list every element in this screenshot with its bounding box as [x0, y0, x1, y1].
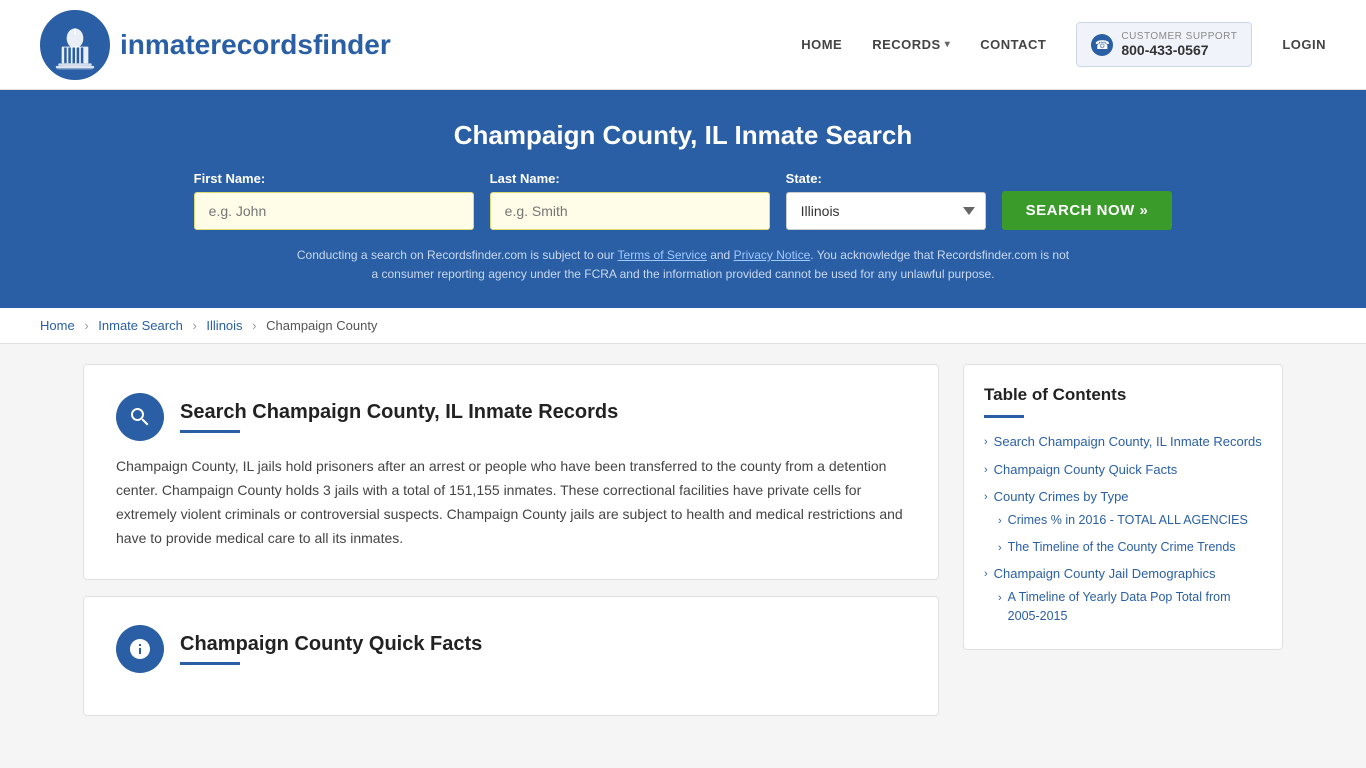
- support-text: CUSTOMER SUPPORT 800-433-0567: [1121, 31, 1237, 58]
- breadcrumb-illinois[interactable]: Illinois: [206, 318, 242, 333]
- toc-link-0[interactable]: › Search Champaign County, IL Inmate Rec…: [984, 432, 1262, 452]
- toc-link-5[interactable]: › Champaign County Jail Demographics: [984, 564, 1262, 584]
- toc-sublist: › Crimes % in 2016 - TOTAL ALL AGENCIES …: [998, 511, 1262, 557]
- state-label: State:: [786, 171, 822, 186]
- last-name-group: Last Name:: [490, 171, 770, 230]
- toc-link-2[interactable]: › County Crimes by Type: [984, 487, 1262, 507]
- last-name-label: Last Name:: [490, 171, 560, 186]
- toc-item-0: › Search Champaign County, IL Inmate Rec…: [984, 432, 1262, 452]
- toc-chevron-5: ›: [984, 566, 988, 583]
- toc-sub-link-4[interactable]: › The Timeline of the County Crime Trend…: [998, 538, 1262, 557]
- quick-facts-section: Champaign County Quick Facts: [83, 596, 939, 716]
- site-header: inmaterecordsfinder HOME RECORDS ▾ CONTA…: [0, 0, 1366, 90]
- privacy-link[interactable]: Privacy Notice: [734, 248, 811, 262]
- first-name-input[interactable]: [194, 192, 474, 230]
- toc-sub-item-6: › A Timeline of Yearly Data Pop Total fr…: [998, 588, 1262, 626]
- section-title-underline: [180, 430, 240, 433]
- first-name-group: First Name:: [194, 171, 474, 230]
- nav-contact[interactable]: CONTACT: [980, 37, 1046, 52]
- breadcrumb-sep-3: ›: [252, 318, 256, 333]
- nav-login[interactable]: LOGIN: [1282, 37, 1326, 52]
- toc-item-5: › Champaign County Jail Demographics › A…: [984, 564, 1262, 625]
- toc-box: Table of Contents › Search Champaign Cou…: [963, 364, 1283, 650]
- nav-home[interactable]: HOME: [801, 37, 842, 52]
- content-area: Search Champaign County, IL Inmate Recor…: [83, 364, 939, 731]
- breadcrumb-inmate-search[interactable]: Inmate Search: [98, 318, 183, 333]
- phone-icon: ☎: [1091, 34, 1113, 56]
- hero-section: Champaign County, IL Inmate Search First…: [0, 90, 1366, 308]
- first-name-label: First Name:: [194, 171, 266, 186]
- section-body-search: Champaign County, IL jails hold prisoner…: [116, 455, 906, 550]
- logo-text: inmaterecordsfinder: [120, 29, 391, 61]
- section-title-search: Search Champaign County, IL Inmate Recor…: [180, 401, 618, 424]
- sidebar: Table of Contents › Search Champaign Cou…: [963, 364, 1283, 650]
- toc-chevron-2: ›: [984, 489, 988, 506]
- toc-sub-chevron-3: ›: [998, 513, 1002, 530]
- search-form: First Name: Last Name: State: Illinois S…: [40, 171, 1326, 230]
- logo-icon: [40, 10, 110, 80]
- toc-sub-item-4: › The Timeline of the County Crime Trend…: [998, 538, 1262, 557]
- state-select[interactable]: Illinois: [786, 192, 986, 230]
- toc-item-2: › County Crimes by Type › Crimes % in 20…: [984, 487, 1262, 556]
- search-button[interactable]: SEARCH NOW »: [1002, 191, 1173, 230]
- toc-sub-item-3: › Crimes % in 2016 - TOTAL ALL AGENCIES: [998, 511, 1262, 530]
- toc-item-1: › Champaign County Quick Facts: [984, 460, 1262, 480]
- section-header-search: Search Champaign County, IL Inmate Recor…: [116, 393, 906, 441]
- breadcrumb-current: Champaign County: [266, 318, 377, 333]
- toc-sublist-2: › A Timeline of Yearly Data Pop Total fr…: [998, 588, 1262, 626]
- breadcrumb-sep-1: ›: [84, 318, 88, 333]
- toc-divider: [984, 415, 1024, 418]
- toc-link-1[interactable]: › Champaign County Quick Facts: [984, 460, 1262, 480]
- records-chevron-icon: ▾: [945, 39, 951, 50]
- toc-chevron-0: ›: [984, 434, 988, 451]
- toc-sub-link-3[interactable]: › Crimes % in 2016 - TOTAL ALL AGENCIES: [998, 511, 1262, 530]
- facts-section-icon: [116, 625, 164, 673]
- terms-link[interactable]: Terms of Service: [618, 248, 707, 262]
- section-title-facts-underline: [180, 662, 240, 665]
- search-records-section: Search Champaign County, IL Inmate Recor…: [83, 364, 939, 579]
- toc-chevron-1: ›: [984, 462, 988, 479]
- toc-sub-chevron-4: ›: [998, 540, 1002, 557]
- toc-sub-chevron-6: ›: [998, 590, 1002, 607]
- logo-area: inmaterecordsfinder: [40, 10, 391, 80]
- toc-title: Table of Contents: [984, 385, 1262, 405]
- customer-support-box: ☎ CUSTOMER SUPPORT 800-433-0567: [1076, 22, 1252, 67]
- section-header-facts: Champaign County Quick Facts: [116, 625, 906, 673]
- main-nav: HOME RECORDS ▾ CONTACT ☎ CUSTOMER SUPPOR…: [801, 22, 1326, 67]
- toc-sub-link-6[interactable]: › A Timeline of Yearly Data Pop Total fr…: [998, 588, 1262, 626]
- state-group: State: Illinois: [786, 171, 986, 230]
- section-title-facts-block: Champaign County Quick Facts: [180, 633, 482, 665]
- breadcrumb-sep-2: ›: [192, 318, 196, 333]
- hero-disclaimer: Conducting a search on Recordsfinder.com…: [293, 246, 1073, 284]
- section-title-facts: Champaign County Quick Facts: [180, 633, 482, 656]
- breadcrumb: Home › Inmate Search › Illinois › Champa…: [0, 308, 1366, 344]
- search-section-icon: [116, 393, 164, 441]
- last-name-input[interactable]: [490, 192, 770, 230]
- hero-title: Champaign County, IL Inmate Search: [40, 120, 1326, 151]
- section-title-block: Search Champaign County, IL Inmate Recor…: [180, 401, 618, 433]
- breadcrumb-home[interactable]: Home: [40, 318, 75, 333]
- nav-records[interactable]: RECORDS ▾: [872, 37, 950, 52]
- main-container: Search Champaign County, IL Inmate Recor…: [43, 364, 1323, 731]
- toc-list: › Search Champaign County, IL Inmate Rec…: [984, 432, 1262, 625]
